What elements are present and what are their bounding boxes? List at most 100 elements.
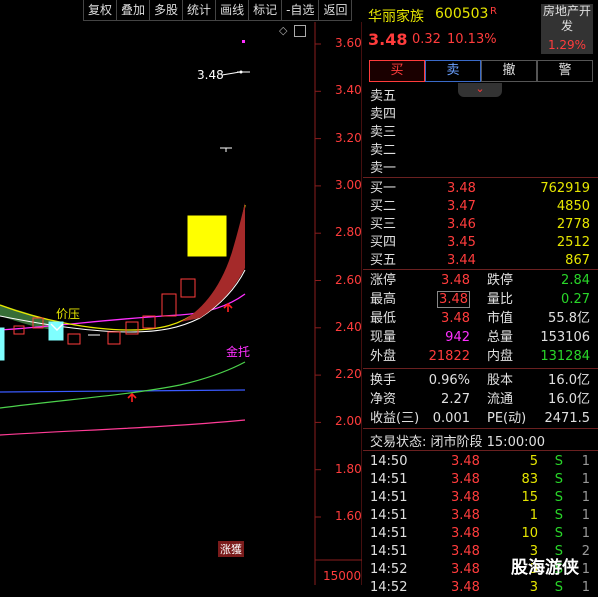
stat-out: 21822: [428, 349, 470, 364]
stat-jz-label: 净资: [370, 392, 397, 407]
bid-level-price: 3.44: [447, 253, 476, 268]
stat-lb-label: 量比: [487, 292, 514, 307]
sector-change: 1.29%: [547, 38, 587, 52]
toolbar-button[interactable]: 标记: [248, 0, 283, 21]
bid-level-label: 买一: [370, 181, 397, 196]
buy-button[interactable]: 买: [369, 60, 425, 82]
sector-name: 房地产开发: [542, 4, 591, 33]
tick-price: 3.48: [451, 508, 480, 523]
alert-button[interactable]: 警: [537, 60, 593, 82]
toolbar-button[interactable]: 复权: [83, 0, 118, 21]
stat-lb: 0.27: [561, 292, 590, 307]
sector-box[interactable]: 房地产开发 1.29%: [541, 4, 593, 54]
tick-time: 14:51: [370, 472, 408, 487]
bid-level-row[interactable]: 买一 3.48 762919: [363, 179, 598, 198]
toolbar-button[interactable]: 统计: [182, 0, 217, 21]
ask-level-label: 卖五: [370, 89, 397, 104]
ask-level-row: 卖四: [363, 105, 598, 124]
stat-lt: 16.0亿: [548, 392, 590, 407]
bid-level-row[interactable]: 买四 3.45 2512: [363, 233, 598, 252]
tick-count: 1: [581, 580, 590, 595]
last-price-label: 3.48: [197, 68, 224, 82]
maximize-icon[interactable]: [294, 25, 306, 37]
tick-count: 1: [581, 562, 590, 577]
stat-row: 涨停 3.48 跌停 2.84: [363, 271, 598, 290]
bid-level-label: 买三: [370, 217, 397, 232]
stat-sy: 0.001: [432, 411, 470, 426]
stat-tv-label: 总量: [487, 330, 514, 345]
tick-volume: 83: [521, 472, 538, 487]
bid-level-label: 买四: [370, 235, 397, 250]
toolbar-button[interactable]: 多股: [149, 0, 184, 21]
tick-time: 14:52: [370, 580, 408, 595]
ask-level-label: 卖二: [370, 143, 397, 158]
chart-toolbar: 复权 叠加 多股 统计 画线 标记 -自选 返回: [83, 0, 362, 22]
tick-count: 1: [581, 490, 590, 505]
y-tick-label: 3.60: [335, 36, 362, 50]
tick-direction: S: [554, 454, 563, 469]
ask-level-label: 卖三: [370, 125, 397, 140]
toolbar-button[interactable]: 返回: [318, 0, 353, 21]
current-price: 3.48: [368, 30, 408, 49]
stock-name: 华丽家族: [368, 9, 424, 25]
stat-row: 最低 3.48 市值 55.8亿: [363, 309, 598, 328]
tick-price: 3.48: [451, 562, 480, 577]
tick-time: 14:51: [370, 526, 408, 541]
stat-dt-label: 跌停: [487, 273, 514, 288]
y-tick-label: 2.80: [335, 225, 362, 240]
stat-gb-label: 股本: [487, 373, 514, 388]
tick-time: 14:50: [370, 454, 408, 469]
stat-now: 942: [445, 330, 470, 345]
sell-button[interactable]: 卖: [425, 60, 481, 82]
stat-in-label: 内盘: [487, 349, 514, 364]
tick-count: 1: [581, 454, 590, 469]
quote-panel: 华丽家族 600503 R 房地产开发 1.29% 3.48 0.32 10.1…: [363, 0, 598, 595]
tick-count: 1: [581, 472, 590, 487]
stat-pe: 2471.5: [544, 411, 591, 426]
tick-price: 3.48: [451, 472, 480, 487]
signal-dot: [242, 40, 245, 43]
stat-mv-label: 市值: [487, 311, 514, 326]
stat-dt: 2.84: [561, 273, 590, 288]
y-tick-label: 2.40: [335, 319, 362, 334]
tick-direction: S: [554, 472, 563, 487]
divider: [363, 368, 598, 369]
bid-level-row[interactable]: 买二 3.47 4850: [363, 197, 598, 216]
bid-level-volume: 762919: [540, 181, 590, 196]
watermark: 股海游侠: [511, 558, 579, 578]
tick-volume: 5: [529, 454, 538, 469]
stat-row: 外盘 21822 内盘 131284: [363, 347, 598, 366]
stat-now-label: 现量: [370, 330, 397, 345]
tick-price: 3.48: [451, 580, 480, 595]
diamond-icon[interactable]: ◇: [279, 24, 287, 37]
bid-level-row[interactable]: 买五 3.44 867: [363, 251, 598, 270]
bid-level-label: 买二: [370, 199, 397, 214]
stat-zt-label: 涨停: [370, 273, 397, 288]
kline-chart[interactable]: 3.48 价压 金托 涨獲 ◇ 3.60 3.40 3.20 3.00 2.80 2.60…: [0, 0, 362, 585]
bid-level-row[interactable]: 买三 3.46 2778: [363, 215, 598, 234]
kline-canvas[interactable]: [0, 0, 362, 585]
toolbar-button[interactable]: 叠加: [116, 0, 151, 21]
y-tick-label: 1.80: [335, 461, 362, 476]
tick-row: 14:51 3.48 83 S 1: [363, 470, 598, 489]
limit-up-marker: 涨獲: [218, 541, 244, 557]
y-tick-label: 2.00: [335, 414, 362, 429]
tick-volume: 3: [529, 580, 538, 595]
cancel-order-button[interactable]: 撤: [481, 60, 537, 82]
tick-count: 1: [581, 526, 590, 541]
bid-level-price: 3.48: [447, 181, 476, 196]
bid-level-price: 3.47: [447, 199, 476, 214]
toolbar-button[interactable]: -自选: [281, 0, 320, 21]
support-label: 金托: [226, 345, 251, 359]
toolbar-button[interactable]: 画线: [215, 0, 250, 21]
stat-mv: 55.8亿: [548, 311, 590, 326]
tick-count: 2: [581, 544, 590, 559]
stat-sy-label: 收益(三): [370, 411, 420, 426]
bid-level-volume: 867: [565, 253, 590, 268]
stat-row: 最高 3.48 量比 0.27: [363, 290, 598, 309]
stat-lt-label: 流通: [487, 392, 514, 407]
tick-row: 14:51 3.48 1 S 1: [363, 506, 598, 525]
stat-high: 3.48: [437, 291, 470, 308]
ma-pink-line: [0, 419, 246, 436]
tick-direction: S: [554, 526, 563, 541]
